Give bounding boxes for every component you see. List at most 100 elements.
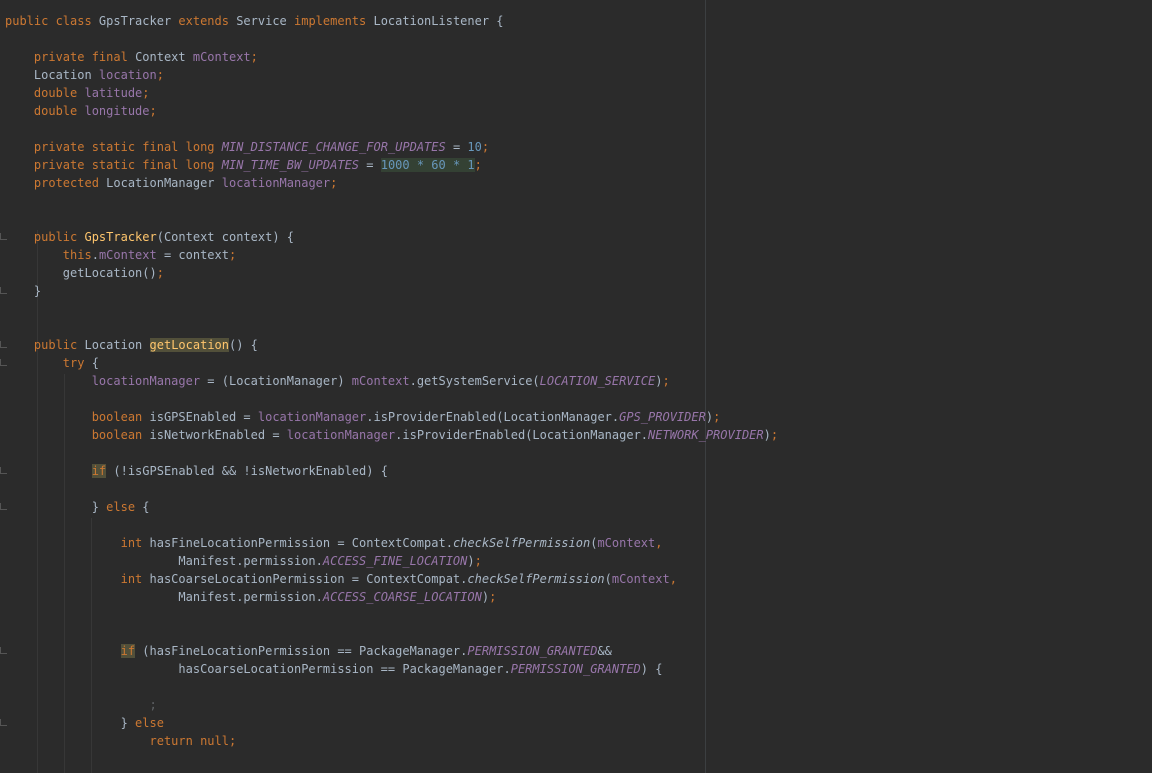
code-token: = (LocationManager) [200, 374, 352, 388]
code-line[interactable]: return null; [5, 732, 237, 750]
code-token: , [655, 536, 663, 550]
code-line[interactable]: } [5, 282, 41, 300]
code-token: longitude [84, 104, 150, 118]
code-token: () { [229, 338, 258, 352]
code-token: .isProviderEnabled(LocationManager. [366, 410, 620, 424]
code-token: Service [236, 14, 294, 28]
code-line[interactable]: private final Context mContext; [5, 48, 258, 66]
code-line[interactable]: private static final long MIN_TIME_BW_UP… [5, 156, 482, 174]
code-line[interactable]: boolean isNetworkEnabled = locationManag… [5, 426, 778, 444]
code-line[interactable]: public class GpsTracker extends Service … [5, 12, 504, 30]
code-token: ; [481, 140, 490, 154]
code-token: mContext [192, 50, 251, 64]
code-token: (Context context) { [156, 230, 295, 244]
code-token: .isProviderEnabled(LocationManager. [395, 428, 649, 442]
code-line[interactable]: double longitude; [5, 102, 157, 120]
code-token: locationManager [91, 374, 201, 388]
code-token: locationManager [286, 428, 396, 442]
code-token: ; [228, 248, 237, 262]
code-token: hasFineLocationPermission = ContextCompa… [149, 536, 453, 550]
code-token: ; [149, 698, 157, 712]
code-token: ; [149, 104, 157, 118]
code-token: , [669, 572, 677, 586]
code-token: implements [294, 14, 374, 28]
code-token: double [33, 86, 85, 100]
code-token: MIN_DISTANCE_CHANGE_FOR_UPDATES [221, 140, 446, 154]
code-editor[interactable]: public class GpsTracker extends Service … [0, 0, 1152, 773]
code-token: = [445, 140, 468, 154]
code-line[interactable]: protected LocationManager locationManage… [5, 174, 337, 192]
code-line[interactable]: try { [5, 354, 99, 372]
code-line[interactable]: this.mContext = context; [5, 246, 236, 264]
code-line[interactable]: Manifest.permission.ACCESS_COARSE_LOCATI… [5, 588, 496, 606]
code-line[interactable]: } else { [5, 498, 150, 516]
code-line[interactable]: public GpsTracker(Context context) { [5, 228, 294, 246]
code-token: isGPSEnabled = [149, 410, 258, 424]
code-token: ; [156, 68, 164, 82]
code-line[interactable]: if (hasFineLocationPermission == Package… [5, 642, 612, 660]
code-token: ; [713, 410, 721, 424]
code-token: ; [474, 554, 482, 568]
code-token: { [91, 356, 99, 370]
code-token: MIN_TIME_BW_UPDATES [221, 158, 360, 172]
code-token: } [5, 500, 107, 514]
code-token: boolean [91, 428, 150, 442]
code-line[interactable]: boolean isGPSEnabled = locationManager.i… [5, 408, 721, 426]
right-margin-guide [705, 0, 706, 773]
code-token: = context [156, 248, 229, 262]
code-token: hasCoarseLocationPermission = ContextCom… [149, 572, 468, 586]
code-line[interactable]: ; [5, 696, 157, 714]
code-token: ; [142, 86, 150, 100]
code-token: (!isGPSEnabled && !isNetworkEnabled) { [106, 464, 388, 478]
code-token: ; [770, 428, 779, 442]
code-token: private static final long [33, 158, 222, 172]
code-token: protected [33, 176, 107, 190]
code-token: 1000 * 60 * 1 [380, 158, 475, 172]
code-token: { [142, 500, 150, 514]
code-token: public [33, 338, 85, 352]
code-token: ) { [640, 662, 663, 676]
code-line[interactable]: locationManager = (LocationManager) mCon… [5, 372, 670, 390]
code-token: ; [330, 176, 338, 190]
code-token: Manifest.permission. [5, 590, 323, 604]
code-token: Manifest.permission. [5, 554, 323, 568]
code-token: ACCESS_FINE_LOCATION [322, 554, 468, 568]
code-line[interactable]: getLocation(); [5, 264, 164, 282]
code-token: checkSelfPermission [452, 536, 591, 550]
code-token: double [33, 104, 85, 118]
code-token: public class [5, 14, 99, 28]
code-token: ; [662, 374, 670, 388]
code-token: mContext [98, 248, 157, 262]
code-line[interactable]: Manifest.permission.ACCESS_FINE_LOCATION… [5, 552, 482, 570]
code-token: } [5, 284, 42, 298]
code-token: ; [489, 590, 497, 604]
code-token: boolean [91, 410, 150, 424]
code-token: getLocation [149, 338, 229, 352]
code-token: Context [135, 50, 193, 64]
code-line[interactable]: Location location; [5, 66, 164, 84]
code-line[interactable]: private static final long MIN_DISTANCE_C… [5, 138, 489, 156]
code-line[interactable]: } else [5, 714, 164, 732]
code-line[interactable]: int hasFineLocationPermission = ContextC… [5, 534, 663, 552]
code-line[interactable]: if (!isGPSEnabled && !isNetworkEnabled) … [5, 462, 388, 480]
code-line[interactable]: hasCoarseLocationPermission == PackageMa… [5, 660, 662, 678]
code-line[interactable]: public Location getLocation() { [5, 336, 258, 354]
code-token: PERMISSION_GRANTED [510, 662, 641, 676]
code-line[interactable]: int hasCoarseLocationPermission = Contex… [5, 570, 677, 588]
code-token: = [359, 158, 381, 172]
code-token: .getSystemService( [409, 374, 540, 388]
code-line[interactable]: double latitude; [5, 84, 150, 102]
code-token: mContext [597, 536, 656, 550]
code-token: return null; [149, 734, 237, 748]
code-token: 10 [467, 140, 482, 154]
